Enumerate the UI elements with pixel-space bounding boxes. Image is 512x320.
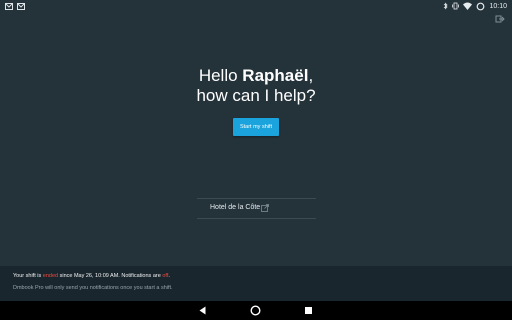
clock: 10:10 <box>489 2 507 10</box>
recents-icon[interactable] <box>303 305 314 316</box>
exit-icon[interactable] <box>495 14 505 24</box>
greeting: Hello Raphaël, how can I help? <box>0 66 512 106</box>
gmail-icon <box>17 3 25 10</box>
greeting-line-1: Hello Raphaël, <box>198 66 314 85</box>
shift-status-text: Your shift is ended since May 26, 10:09 … <box>13 273 170 279</box>
gmail-icon <box>5 3 13 10</box>
back-icon[interactable] <box>197 305 208 316</box>
greeting-line-2: how can I help? <box>196 86 316 105</box>
notifications-info-text: Dmbook Pro will only send you notificati… <box>13 285 173 291</box>
navigation-bar <box>0 301 512 320</box>
hotel-row[interactable]: Hotel de la Côte <box>197 198 316 219</box>
external-link-icon[interactable] <box>261 204 269 212</box>
user-name: Raphaël <box>242 66 309 85</box>
home-icon[interactable] <box>250 305 261 316</box>
start-shift-button[interactable]: Start my shift <box>233 118 279 136</box>
shift-status-banner: Your shift is ended since May 26, 10:09 … <box>0 266 512 301</box>
vibrate-icon <box>452 2 460 10</box>
hotel-name: Hotel de la Côte <box>210 204 261 211</box>
bluetooth-icon <box>444 2 449 10</box>
wifi-icon <box>463 2 473 10</box>
battery-icon <box>477 2 485 10</box>
shift-ended-label: ended <box>42 273 59 279</box>
status-bar: 10:10 <box>0 0 512 12</box>
